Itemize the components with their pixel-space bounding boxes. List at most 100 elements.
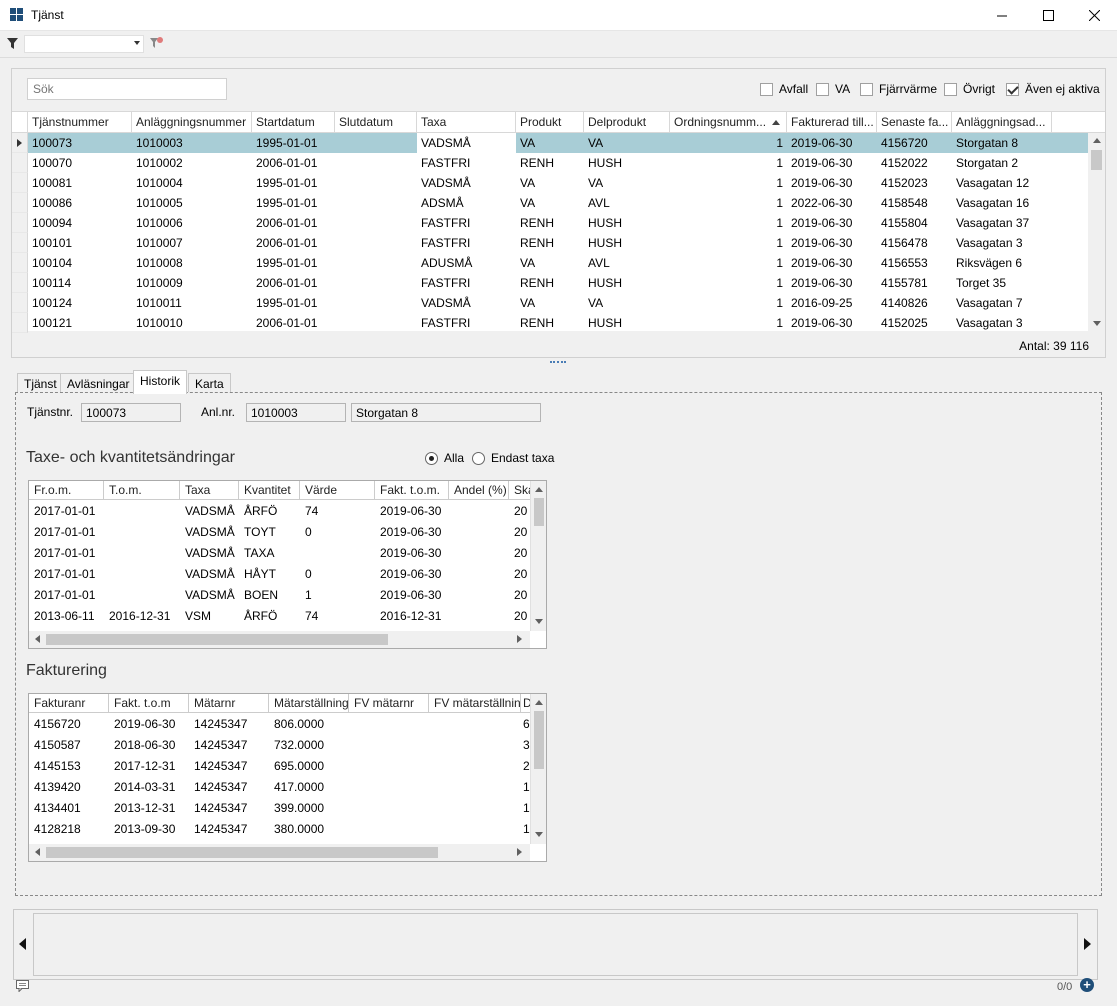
changes-horizontal-scrollbar[interactable]	[29, 631, 530, 648]
scroll-left-icon[interactable]	[35, 635, 40, 643]
col-tjanstnummer[interactable]: Tjänstnummer	[28, 112, 132, 133]
scrollbar-thumb[interactable]	[534, 498, 544, 526]
col-anlaggningsadress[interactable]: Anläggningsad...	[952, 112, 1052, 133]
table-row[interactable]: 100101 1010007 2006-01-01 FASTFRI RENH HUSH 1 2…	[28, 233, 1088, 253]
scroll-down-icon[interactable]	[535, 832, 543, 837]
tab-historik[interactable]: Historik	[133, 370, 188, 394]
scroll-down-icon[interactable]	[535, 619, 543, 624]
row-header[interactable]	[12, 153, 28, 173]
scroll-up-icon[interactable]	[1093, 138, 1101, 143]
scroll-left-icon[interactable]	[35, 848, 40, 856]
scroll-right-icon[interactable]	[517, 848, 522, 856]
scroll-up-icon[interactable]	[535, 700, 543, 705]
billing-col-fakturanr[interactable]: Fakturanr	[29, 694, 109, 713]
minimize-icon[interactable]	[979, 0, 1025, 31]
billing-col-fakt-tom[interactable]: Fakt. t.o.m	[109, 694, 189, 713]
radio-only-tariff[interactable]	[472, 451, 485, 465]
table-row[interactable]: 100104 1010008 1995-01-01 ADUSMÅ VA AVL 1 2019-…	[28, 253, 1088, 273]
clear-filter-icon[interactable]	[150, 37, 164, 52]
scroll-down-icon[interactable]	[1093, 321, 1101, 326]
va-checkbox[interactable]	[816, 82, 829, 96]
list-item[interactable]: 2017-01-01 VADSMÅ TOYT 0 2019-06-30 20	[29, 521, 530, 542]
fjarrvarme-checkbox[interactable]	[860, 82, 873, 96]
avfall-checkbox[interactable]	[760, 82, 773, 96]
col-produkt[interactable]: Produkt	[516, 112, 584, 133]
tab-karta[interactable]: Karta	[188, 373, 231, 393]
row-header[interactable]	[12, 193, 28, 213]
arrow-left-icon[interactable]	[19, 938, 26, 950]
grid-vertical-scrollbar[interactable]	[1088, 133, 1105, 331]
row-header[interactable]	[12, 233, 28, 253]
scrollbar-thumb[interactable]	[534, 711, 544, 769]
col-slutdatum[interactable]: Slutdatum	[335, 112, 417, 133]
list-item[interactable]: 4156720 2019-06-30 14245347 806.0000 6	[29, 713, 530, 734]
list-item[interactable]: 2017-01-01 VADSMÅ HÅYT 0 2019-06-30 20	[29, 563, 530, 584]
table-row[interactable]: 100081 1010004 1995-01-01 VADSMÅ VA VA 1 2019-0…	[28, 173, 1088, 193]
billing-horizontal-scrollbar[interactable]	[29, 844, 530, 861]
list-item[interactable]: 4128218 2013-09-30 14245347 380.0000 1	[29, 818, 530, 839]
list-item[interactable]: 2017-01-01 VADSMÅ ÅRFÖ 74 2019-06-30 20	[29, 500, 530, 521]
billing-col-matarnr[interactable]: Mätarnr	[189, 694, 269, 713]
row-header[interactable]	[12, 253, 28, 273]
list-item[interactable]: 4150587 2018-06-30 14245347 732.0000 3	[29, 734, 530, 755]
filter-dropdown[interactable]	[24, 35, 144, 53]
row-header[interactable]	[12, 313, 28, 333]
facility-number-field[interactable]: 1010003	[246, 403, 346, 422]
filter-avfall[interactable]: Avfall	[760, 81, 808, 97]
list-item[interactable]: 4139420 2014-03-31 14245347 417.0000 1	[29, 776, 530, 797]
row-header[interactable]	[12, 293, 28, 313]
changes-col-varde[interactable]: Värde	[300, 481, 375, 500]
ovrigt-checkbox[interactable]	[944, 82, 957, 96]
filter-fjarrvarme[interactable]: Fjärrvärme	[860, 81, 937, 97]
col-delprodukt[interactable]: Delprodukt	[584, 112, 670, 133]
changes-col-taxa[interactable]: Taxa	[180, 481, 239, 500]
service-number-field[interactable]: 100073	[81, 403, 181, 422]
col-senaste-faktura[interactable]: Senaste fa...	[877, 112, 952, 133]
scroll-up-icon[interactable]	[535, 487, 543, 492]
radio-only-tariff-option[interactable]: Endast taxa	[472, 450, 554, 466]
table-row[interactable]: 100094 1010006 2006-01-01 FASTFRI RENH HUSH 1 2…	[28, 213, 1088, 233]
facility-address-field[interactable]: Storgatan 8	[351, 403, 541, 422]
notes-area[interactable]	[33, 913, 1078, 976]
list-item[interactable]: 2013-06-11 2016-12-31 VSM ÅRFÖ 74 2016-12-31 2…	[29, 605, 530, 626]
tab-tjanst[interactable]: Tjänst	[17, 373, 64, 393]
changes-col-ska[interactable]: Ska	[509, 481, 531, 500]
scrollbar-thumb[interactable]	[46, 847, 438, 858]
row-header[interactable]	[12, 273, 28, 293]
filter-aven-ej-aktiva[interactable]: Även ej aktiva	[1006, 81, 1100, 97]
radio-all-option[interactable]: Alla	[425, 450, 464, 466]
add-icon[interactable]: +	[1080, 978, 1094, 992]
table-row[interactable]: 100124 1010011 1995-01-01 VADSMÅ VA VA 1 2016-0…	[28, 293, 1088, 313]
splitter-handle[interactable]	[550, 361, 566, 364]
col-taxa[interactable]: Taxa	[417, 112, 516, 133]
close-icon[interactable]	[1071, 0, 1117, 31]
scrollbar-thumb[interactable]	[46, 634, 388, 645]
col-ordningsnummer[interactable]: Ordningsnumm...	[670, 112, 787, 133]
table-row[interactable]: 100086 1010005 1995-01-01 ADSMÅ VA AVL 1 2022-0…	[28, 193, 1088, 213]
changes-col-kvantitet[interactable]: Kvantitet	[239, 481, 300, 500]
maximize-icon[interactable]	[1025, 0, 1071, 31]
billing-col-fv-matarnr[interactable]: FV mätarnr	[349, 694, 429, 713]
filter-icon[interactable]	[7, 38, 18, 52]
list-item[interactable]: 2017-01-01 VADSMÅ BOEN 1 2019-06-30 20	[29, 584, 530, 605]
changes-col-fakt-tom[interactable]: Fakt. t.o.m.	[375, 481, 449, 500]
billing-col-matarstallning[interactable]: Mätarställning	[269, 694, 349, 713]
scrollbar-thumb[interactable]	[1091, 150, 1102, 170]
filter-ovrigt[interactable]: Övrigt	[944, 81, 995, 97]
row-header[interactable]	[12, 173, 28, 193]
table-row[interactable]: 100070 1010002 2006-01-01 FASTFRI RENH HUSH 1 2…	[28, 153, 1088, 173]
list-item[interactable]: 4145153 2017-12-31 14245347 695.0000 2	[29, 755, 530, 776]
changes-col-to[interactable]: T.o.m.	[104, 481, 180, 500]
col-fakturerad-till[interactable]: Fakturerad till...	[787, 112, 877, 133]
scroll-right-icon[interactable]	[517, 635, 522, 643]
arrow-right-icon[interactable]	[1084, 938, 1091, 950]
changes-col-andel[interactable]: Andel (%)	[449, 481, 509, 500]
filter-va[interactable]: VA	[816, 81, 850, 97]
changes-vertical-scrollbar[interactable]	[530, 481, 546, 631]
tab-avlasningar[interactable]: Avläsningar	[60, 373, 137, 393]
table-row[interactable]: 100121 1010010 2006-01-01 FASTFRI RENH HUSH 1 2…	[28, 313, 1088, 333]
table-row[interactable]: 100073 1010003 1995-01-01 VADSMÅ VA VA 1 2019-0…	[28, 133, 1088, 153]
changes-col-from[interactable]: Fr.o.m.	[29, 481, 104, 500]
search-input[interactable]	[27, 78, 227, 100]
comment-icon[interactable]	[16, 980, 30, 995]
